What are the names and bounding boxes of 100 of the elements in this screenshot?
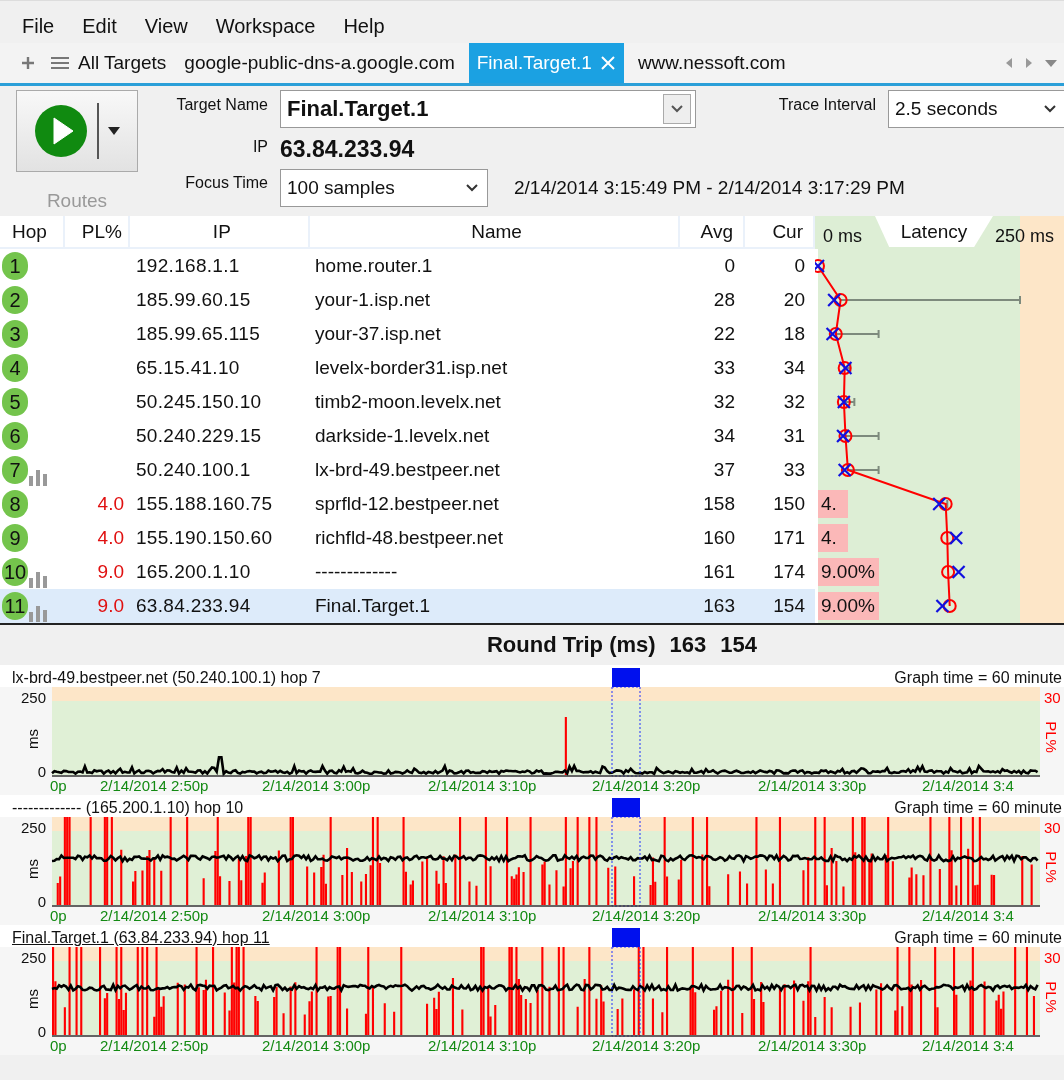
average-latency: 158 xyxy=(703,493,735,515)
tab[interactable]: www.nessoft.com xyxy=(633,43,790,83)
packet-loss-bars xyxy=(564,717,567,775)
time-label: 2/14/2014 2:50p xyxy=(100,1037,209,1054)
average-latency: 163 xyxy=(703,595,735,617)
hop-row[interactable]: 3 185.99.65.115 your-37.isp.net 22 18 xyxy=(0,317,1064,351)
target-name-field[interactable]: Final.Target.1 xyxy=(280,90,696,128)
ip-address: 63.84.233.94 xyxy=(136,595,251,617)
graph-title[interactable]: ------------- (165.200.1.10) hop 10 xyxy=(12,799,244,817)
axis-label: 250 xyxy=(20,819,46,836)
hop-row[interactable]: 11 9.0 63.84.233.94 Final.Target.1 163 154 9.00% xyxy=(0,589,1064,623)
hop-row[interactable]: 6 50.240.229.15 darkside-1.levelx.net 34 31 xyxy=(0,419,1064,453)
tab[interactable]: google-public-dns-a.google.com xyxy=(180,43,459,83)
bar-chart-icon[interactable] xyxy=(28,570,48,588)
axis-label: 0 ms xyxy=(823,226,862,247)
ip-address: 155.188.160.75 xyxy=(136,493,273,515)
hop-row[interactable]: 10 9.0 165.200.1.10 ------------- 161 174 9.00% xyxy=(0,555,1064,589)
focus-time-label: Focus Time xyxy=(184,173,268,193)
ip-address: 165.200.1.10 xyxy=(136,561,251,583)
caret-icon xyxy=(107,126,121,136)
time-label: 2/14/2014 2:50p xyxy=(100,777,209,794)
menu-item[interactable]: File xyxy=(22,15,55,40)
current-latency: 34 xyxy=(783,357,805,379)
time-label: 2/14/2014 3:4 xyxy=(922,1037,1014,1054)
list-icon xyxy=(50,56,70,70)
column-header[interactable]: PL% xyxy=(65,216,130,249)
focus-time-dropdown[interactable]: 100 samples xyxy=(280,169,488,207)
axis-title: ms xyxy=(24,989,41,1009)
current-latency: 174 xyxy=(773,561,805,583)
current-latency: 154 xyxy=(773,595,805,617)
average-latency: 32 xyxy=(713,391,735,413)
selection-marker[interactable] xyxy=(612,798,640,817)
ip-address: 185.99.60.15 xyxy=(136,289,251,311)
hop-number: 5 xyxy=(2,388,28,416)
hop-row[interactable]: 8 4.0 155.188.160.75 sprfld-12.bestpeer.net 158 150 4. xyxy=(0,487,1064,521)
trace-interval-dropdown[interactable]: 2.5 seconds xyxy=(888,90,1064,128)
packet-loss-value: 9.0 xyxy=(97,561,124,583)
packet-loss-bar: 4. xyxy=(818,524,848,552)
chevron-down-icon xyxy=(465,183,479,193)
menu-item[interactable]: View xyxy=(144,15,188,40)
packet-loss-bar: 9.00% xyxy=(818,558,879,586)
latency-title: Latency xyxy=(875,216,993,247)
chevron-down-icon xyxy=(1043,104,1057,114)
axis-label: 0 xyxy=(37,763,46,780)
right-arrow-icon[interactable] xyxy=(1024,56,1034,70)
close-icon[interactable] xyxy=(599,55,616,71)
hop-row[interactable]: 5 50.245.150.10 timb2-moon.levelx.net 32 32 xyxy=(0,385,1064,419)
menu-item[interactable]: Workspace xyxy=(215,15,316,40)
graph-time-label: Graph time = 60 minute xyxy=(894,929,1063,947)
time-label: 2/14/2014 2:50p xyxy=(100,907,209,924)
current-latency: 0 xyxy=(794,255,805,277)
packet-loss-value: 9.0 xyxy=(97,595,124,617)
host-name: levelx-border31.isp.net xyxy=(315,357,508,379)
tab[interactable]: All Targets xyxy=(46,43,171,83)
packet-loss-value: 4.0 xyxy=(97,527,124,549)
time-label: 2/14/2014 3:10p xyxy=(428,1037,537,1054)
ip-value: 63.84.233.94 xyxy=(280,135,416,164)
column-header[interactable]: Name xyxy=(310,216,680,249)
graph-title[interactable]: Final.Target.1 (63.84.233.94) hop 11 xyxy=(12,929,270,947)
hop-row[interactable]: 2 185.99.60.15 your-1.isp.net 28 20 xyxy=(0,283,1064,317)
packet-loss-bar: 4. xyxy=(818,490,848,518)
start-trace-button[interactable] xyxy=(16,90,138,172)
time-label: 2/14/2014 3:30p xyxy=(758,777,867,794)
time-label: 2/14/2014 3:10p xyxy=(428,777,537,794)
menu-item[interactable]: Help xyxy=(343,15,385,40)
selection-marker[interactable] xyxy=(612,928,640,947)
host-name: Final.Target.1 xyxy=(315,595,431,617)
average-latency: 33 xyxy=(713,357,735,379)
hop-row[interactable]: 4 65.15.41.10 levelx-border31.isp.net 33 34 xyxy=(0,351,1064,385)
column-header[interactable]: Avg xyxy=(680,216,745,249)
selection-marker[interactable] xyxy=(612,668,640,687)
hop-number: 11 xyxy=(2,592,28,620)
ip-address: 185.99.65.115 xyxy=(136,323,260,345)
column-header[interactable]: Hop xyxy=(0,216,65,249)
column-header[interactable]: IP xyxy=(130,216,310,249)
time-label: 0p xyxy=(50,1037,67,1054)
packet-loss-bar: 9.00% xyxy=(818,592,879,620)
hop-row[interactable]: 7 50.240.100.1 lx-brd-49.bestpeer.net 37 33 xyxy=(0,453,1064,487)
average-latency: 161 xyxy=(703,561,735,583)
current-latency: 31 xyxy=(783,425,805,447)
ip-address: 50.240.229.15 xyxy=(136,425,262,447)
current-latency: 32 xyxy=(783,391,805,413)
host-name: your-1.isp.net xyxy=(315,289,431,311)
average-latency: 37 xyxy=(713,459,735,481)
trace-interval-label: Trace Interval xyxy=(777,95,876,115)
round-trip-label: Round Trip (ms) xyxy=(486,632,656,658)
hop-row[interactable]: 9 4.0 155.190.150.60 richfld-48.bestpeer.net 160 171 4. xyxy=(0,521,1064,555)
menu-item[interactable]: Edit xyxy=(82,15,117,40)
time-label: 2/14/2014 3:20p xyxy=(592,777,701,794)
host-name: lx-brd-49.bestpeer.net xyxy=(315,459,500,481)
hop-row[interactable]: 1 192.168.1.1 home.router.1 0 0 xyxy=(0,249,1064,283)
bar-chart-icon[interactable] xyxy=(28,604,48,622)
graph-title[interactable]: lx-brd-49.bestpeer.net (50.240.100.1) hop 7 xyxy=(12,669,321,687)
left-arrow-icon[interactable] xyxy=(1004,56,1014,70)
bar-chart-icon[interactable] xyxy=(28,468,48,486)
plus-icon[interactable] xyxy=(20,55,36,71)
time-label: 2/14/2014 3:20p xyxy=(592,907,701,924)
packet-loss-value: 4.0 xyxy=(97,493,124,515)
play-icon xyxy=(33,103,89,159)
time-label: 2/14/2014 3:20p xyxy=(592,1037,701,1054)
